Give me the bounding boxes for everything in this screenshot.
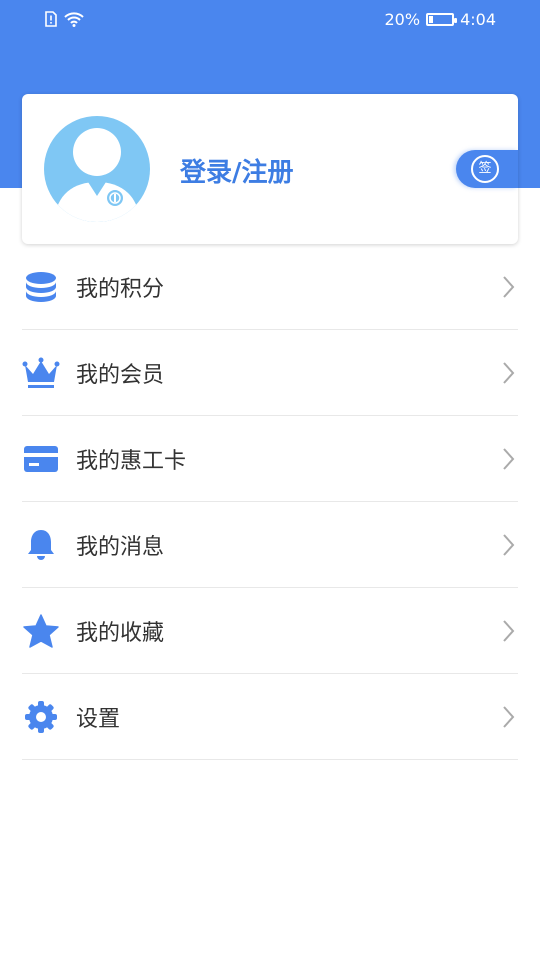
user-silhouette-icon — [54, 128, 140, 222]
clock: 4:04 — [460, 10, 496, 29]
chevron-right-icon — [503, 276, 515, 298]
chevron-right-icon — [503, 534, 515, 556]
sign-in-button[interactable]: 签 — [456, 150, 518, 188]
menu-list: 我的积分 我的会员 我的惠工卡 我的消息 我的收藏 设置 — [22, 244, 518, 760]
star-icon — [22, 612, 60, 650]
menu-item-label: 我的惠工卡 — [76, 448, 187, 474]
battery-percent: 20% — [384, 10, 421, 29]
menu-item-favorites[interactable]: 我的收藏 — [22, 588, 518, 674]
menu-item-membership[interactable]: 我的会员 — [22, 330, 518, 416]
status-bar: 20% ⚡ 4:04 — [0, 0, 540, 40]
menu-item-card[interactable]: 我的惠工卡 — [22, 416, 518, 502]
chevron-right-icon — [503, 362, 515, 384]
charging-bolt-icon: ⚡ — [435, 13, 443, 26]
chevron-right-icon — [503, 448, 515, 470]
bell-icon — [22, 526, 60, 564]
card-icon — [22, 440, 60, 478]
gear-icon — [22, 698, 60, 736]
wifi-icon — [64, 11, 84, 31]
sign-label: 签 — [471, 155, 499, 183]
chevron-right-icon — [503, 620, 515, 642]
menu-item-label: 我的积分 — [76, 276, 165, 302]
sim-alert-icon — [44, 11, 58, 31]
profile-card: 登录/注册 签 — [22, 94, 518, 244]
menu-item-settings[interactable]: 设置 — [22, 674, 518, 760]
coins-stack-icon — [22, 268, 60, 306]
menu-item-label: 设置 — [76, 706, 121, 732]
menu-item-messages[interactable]: 我的消息 — [22, 502, 518, 588]
login-register-link[interactable]: 登录/注册 — [180, 152, 294, 189]
battery-fill — [429, 16, 434, 23]
menu-item-points[interactable]: 我的积分 — [22, 244, 518, 330]
chevron-right-icon — [503, 706, 515, 728]
menu-item-label: 我的收藏 — [76, 620, 165, 646]
menu-item-label: 我的消息 — [76, 534, 165, 560]
menu-item-label: 我的会员 — [76, 362, 165, 388]
avatar[interactable] — [44, 116, 150, 222]
crown-icon — [22, 354, 60, 392]
battery-icon: ⚡ — [426, 13, 458, 26]
